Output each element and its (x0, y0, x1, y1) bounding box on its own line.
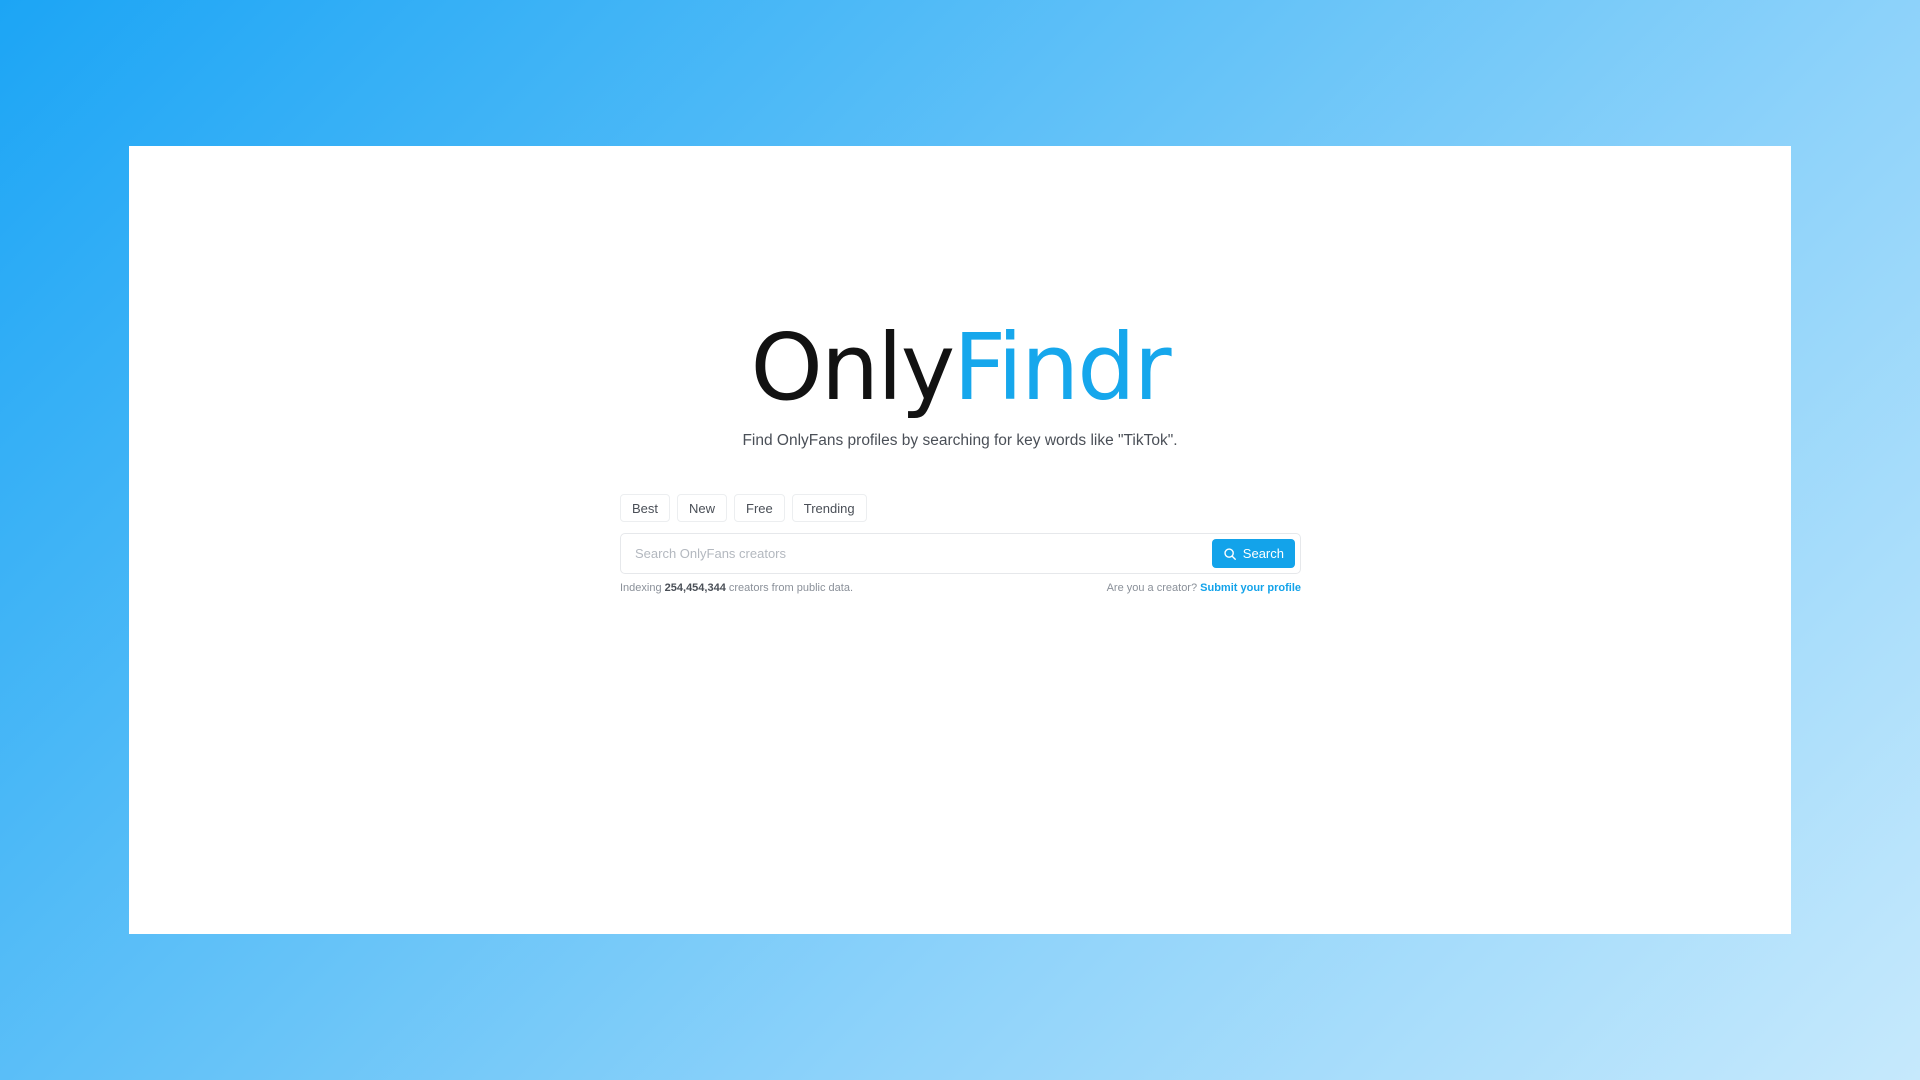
creator-question: Are you a creator? (1106, 582, 1198, 594)
tab-trending[interactable]: Trending (791, 494, 867, 522)
search-area: Best New Free Trending Search Indexing 2… (620, 494, 1301, 594)
creator-cta: Are you a creator? Submit your profile (1107, 582, 1301, 594)
stats-prefix: Indexing (620, 582, 662, 594)
tagline: Find OnlyFans profiles by searching for … (742, 432, 1178, 449)
search-button[interactable]: Search (1211, 539, 1295, 568)
index-stats: Indexing 254,454,344 creators from publi… (620, 582, 853, 594)
logo-only-text: Only (750, 314, 955, 421)
logo-findr-text: Findr (953, 314, 1171, 421)
stats-count: 254,454,344 (664, 582, 726, 594)
filter-tabs: Best New Free Trending (620, 494, 1301, 522)
search-meta: Indexing 254,454,344 creators from publi… (620, 582, 1301, 594)
tab-new[interactable]: New (677, 494, 728, 522)
submit-profile-link[interactable]: Submit your profile (1200, 582, 1301, 594)
tab-free[interactable]: Free (734, 494, 785, 522)
search-icon (1223, 547, 1237, 561)
stats-suffix: creators from public data. (728, 582, 854, 594)
search-box: Search (620, 533, 1301, 574)
search-button-label: Search (1242, 546, 1284, 561)
main-card: OnlyFindr Find OnlyFans profiles by sear… (129, 146, 1791, 934)
search-input[interactable] (635, 546, 1212, 561)
tab-best[interactable]: Best (620, 494, 671, 522)
logo[interactable]: OnlyFindr (129, 322, 1791, 414)
